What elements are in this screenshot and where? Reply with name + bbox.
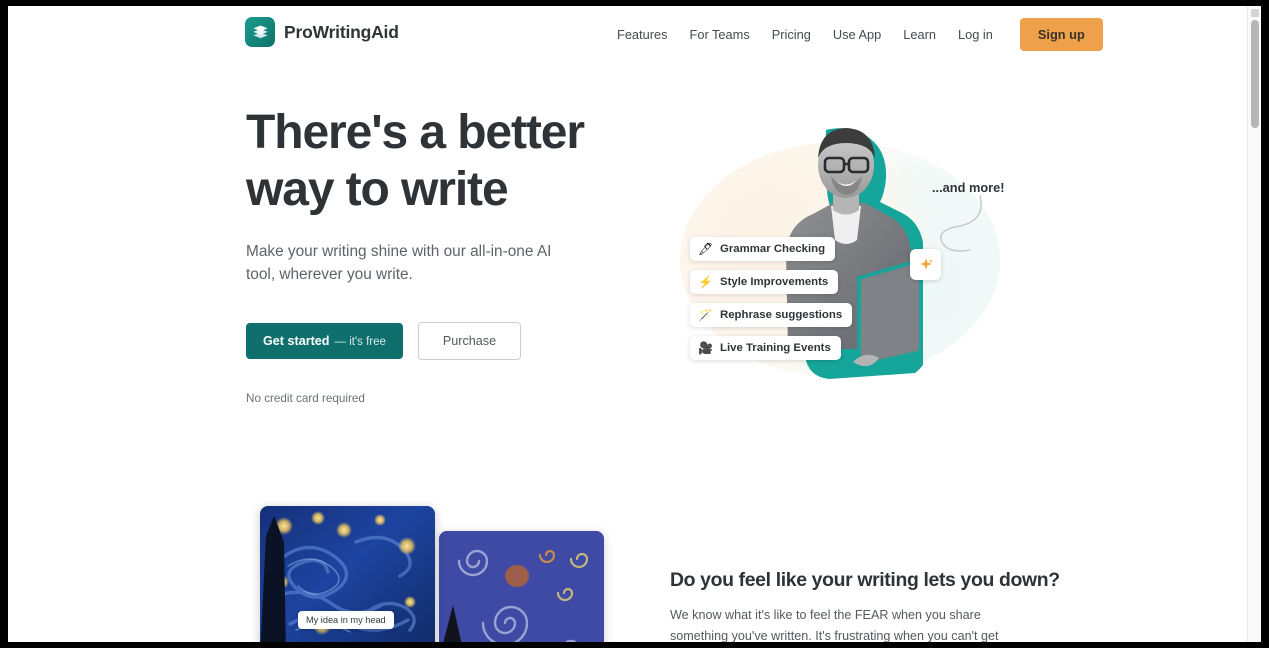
- no-credit-card-note: No credit card required: [246, 392, 365, 405]
- get-started-label: Get started: [263, 334, 330, 348]
- feature-chip-style-improvements[interactable]: ⚡ Style Improvements: [690, 270, 839, 294]
- hero-copy: There's a better way to write Make your …: [246, 104, 606, 405]
- feature-chip-rephrase-suggestions[interactable]: 🪄 Rephrase suggestions: [690, 303, 853, 327]
- main-navigation: Features For Teams Pricing Use App Learn…: [606, 6, 1103, 62]
- nav-link-features[interactable]: Features: [606, 21, 679, 48]
- lightning-bolt-icon: ⚡: [698, 275, 713, 289]
- hero-title-line2: way to write: [246, 163, 509, 216]
- section2-copy: Do you feel like your writing lets you d…: [670, 569, 1060, 642]
- purchase-button[interactable]: Purchase: [417, 322, 522, 360]
- nav-link-use-app[interactable]: Use App: [822, 21, 892, 48]
- feature-chip-live-training-events[interactable]: 🎥 Live Training Events: [690, 336, 841, 360]
- nav-link-log-in[interactable]: Log in: [947, 21, 1004, 48]
- hero-title-line1: There's a better: [246, 106, 585, 159]
- section2-body: We know what it's like to feel the FEAR …: [670, 608, 999, 642]
- feature-chip-list: 🖋 Grammar Checking ⚡ Style Improvements …: [690, 237, 853, 369]
- feature-chip-label: Rephrase suggestions: [720, 309, 843, 321]
- brand-name: ProWritingAid: [284, 21, 399, 42]
- magic-wand-icon: 🪄: [698, 308, 713, 322]
- hero-title: There's a better way to write: [246, 104, 606, 218]
- video-camera-icon: 🎥: [698, 341, 713, 355]
- page-root: ProWritingAid Features For Teams Pricing…: [8, 6, 1261, 642]
- prowritingaid-logo-icon: [245, 17, 275, 47]
- idea-in-my-head-label: My idea in my head: [298, 611, 394, 629]
- section2-title: Do you feel like your writing lets you d…: [670, 569, 1060, 591]
- feature-chip-label: Grammar Checking: [720, 243, 826, 255]
- get-started-button[interactable]: Get started — it's free: [246, 323, 403, 359]
- feature-chip-grammar-checking[interactable]: 🖋 Grammar Checking: [690, 237, 836, 261]
- and-more-annotation: ...and more!: [932, 180, 1005, 195]
- hero-subtitle: Make your writing shine with our all-in-…: [246, 243, 552, 283]
- crude-drawing-canvas: [439, 531, 604, 642]
- scroll-up-arrow-icon[interactable]: [1251, 9, 1259, 17]
- sign-up-button[interactable]: Sign up: [1019, 17, 1103, 51]
- get-started-suffix: — it's free: [334, 336, 386, 348]
- feature-chip-label: Live Training Events: [720, 342, 831, 354]
- hero-illustration: ...and more! 🖋 Grammar Checking ⚡ Style …: [668, 102, 1018, 402]
- quill-pen-icon: 🖋: [698, 242, 714, 256]
- nav-link-pricing[interactable]: Pricing: [761, 21, 822, 48]
- nav-link-for-teams[interactable]: For Teams: [679, 21, 761, 48]
- hero-cta-group: Get started — it's free Purchase: [246, 322, 606, 360]
- page-scrollbar[interactable]: [1247, 6, 1261, 642]
- section2-illustration: My idea in my head: [253, 499, 608, 642]
- nav-link-learn[interactable]: Learn: [892, 21, 947, 48]
- site-header: ProWritingAid Features For Teams Pricing…: [8, 6, 1261, 62]
- browser-viewport: ProWritingAid Features For Teams Pricing…: [8, 6, 1261, 642]
- scrollbar-thumb[interactable]: [1251, 20, 1259, 128]
- brand-logo-link[interactable]: ProWritingAid: [245, 17, 399, 47]
- curved-pointer-line-icon: [940, 195, 982, 252]
- feature-chip-label: Style Improvements: [720, 276, 829, 288]
